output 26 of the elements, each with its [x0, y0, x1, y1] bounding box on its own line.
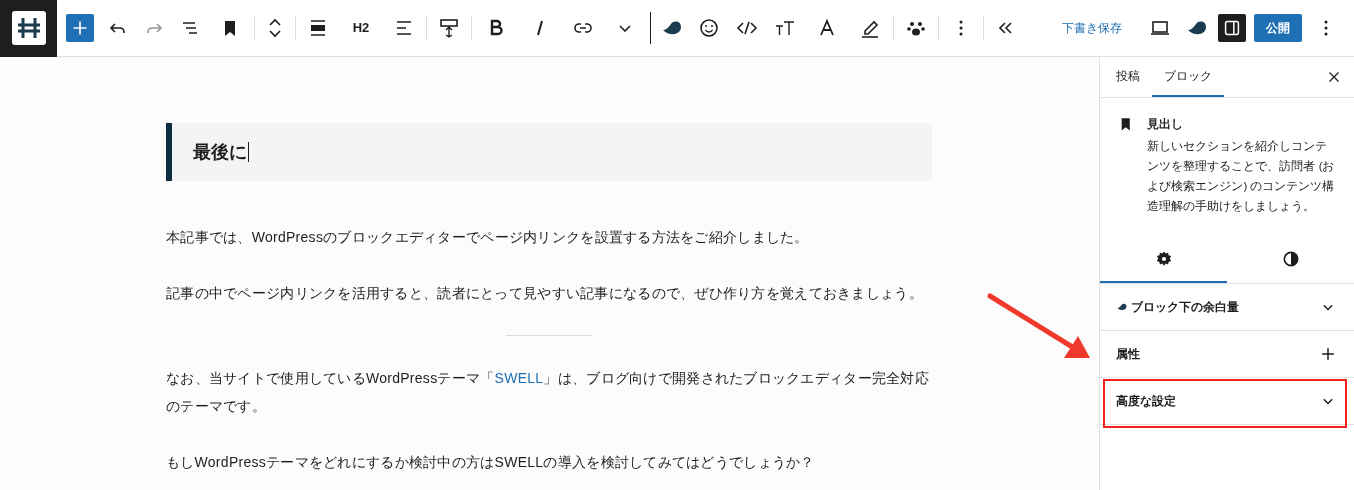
more-icon [1324, 20, 1328, 36]
paragraph: 記事の中でページ内リンクを活用すると、読者にとって見やすい記事になるので、ぜひ作り方を覚えておきましょう。 [166, 284, 924, 303]
smiley-icon [697, 16, 721, 40]
sidebar-tab[interactable]: ブロック [1152, 57, 1224, 97]
panel-header[interactable]: 高度な設定 [1100, 378, 1354, 424]
block-description: 新しいセクションを紹介しコンテンツを整理することで、訪問者 (および検索エンジン) のコンテンツ構造理解の手助けをしましょう。 [1147, 139, 1336, 214]
chevron-icon [619, 24, 631, 32]
italic-icon [537, 20, 543, 36]
paragraph: なお、当サイトで使用しているWordPressテーマ「SWELL」は、ブログ向けで開発されたブロックエディター完全対応のテーマです。 [166, 369, 930, 416]
save-draft-button[interactable]: 下書き保存 [1056, 10, 1128, 46]
paragraph: もしWordPressテーマをどれにするか検討中の方はSWELLの導入を検討してみてはどうでしょうか？ [166, 453, 816, 472]
sidebar-tab[interactable]: 投稿 [1104, 57, 1152, 97]
logo[interactable] [0, 0, 57, 57]
more-icon [959, 20, 963, 36]
bird-icon [1116, 301, 1128, 313]
block-title: 見出し [1147, 117, 1185, 132]
heading-level-button[interactable]: H2 [338, 10, 384, 46]
panel-header[interactable]: 属性 [1100, 331, 1354, 377]
panel-header[interactable]: ブロック下の余白量 [1100, 284, 1354, 330]
add-block-button[interactable] [66, 14, 94, 42]
swell-link[interactable]: SWELL [494, 370, 544, 386]
settings-button[interactable] [1218, 14, 1246, 42]
publish-button[interactable]: 公開 [1254, 14, 1302, 42]
paragraph: 本記事では、WordPressのブロックエディターでページ内リンクを設置する方法をご紹介しました。 [166, 228, 810, 247]
heading-block[interactable]: 最後に [166, 123, 932, 181]
spacer-icon [437, 16, 461, 40]
